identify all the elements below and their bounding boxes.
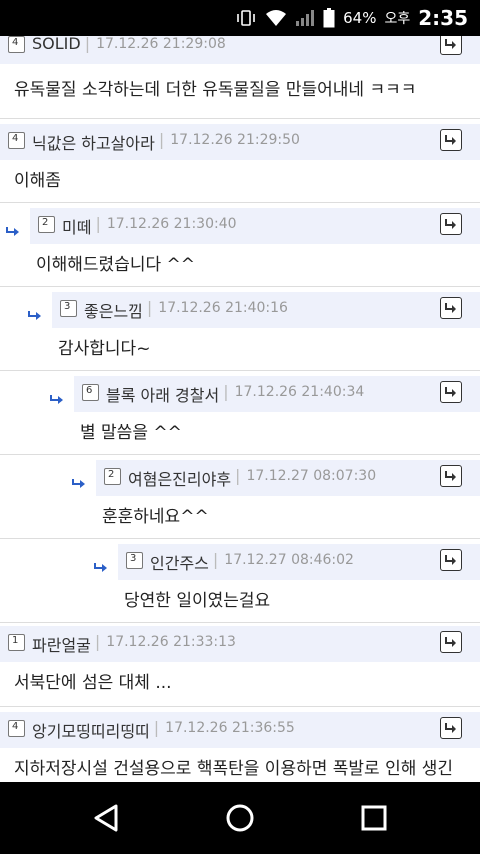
divider: [0, 118, 480, 119]
divider: [0, 538, 480, 539]
reply-indent-icon: [94, 563, 107, 572]
divider: [0, 370, 480, 371]
comment-body: 별 말씀을 ^^: [80, 423, 182, 443]
signal-icon: [296, 10, 315, 26]
time-ampm: 오후: [384, 11, 411, 27]
reply-indent-icon: [6, 227, 19, 236]
comment-author[interactable]: 미떼: [62, 214, 91, 238]
comment-time: 17.12.26 21:29:50: [170, 132, 300, 148]
comment-body: 지하저장시설 건설용으로 핵폭탄을 이용하면 폭발로 인해 생긴: [14, 759, 454, 779]
comment-time: 17.12.26 21:36:55: [165, 720, 295, 736]
reply-icon: [445, 39, 456, 49]
level-icon: 1: [8, 634, 25, 651]
reply-button[interactable]: [440, 36, 462, 55]
comment-header: 3 좋은느낌 | 17.12.26 21:40:16: [52, 292, 480, 328]
level-icon: 3: [60, 300, 77, 317]
reply-button[interactable]: [440, 129, 462, 151]
reply-button[interactable]: [440, 381, 462, 403]
level-icon: 4: [8, 132, 25, 149]
comment-author[interactable]: 닉값은 하고살아라: [32, 130, 155, 154]
level-icon: 6: [82, 384, 99, 401]
reply-indent-icon: [28, 311, 41, 320]
comment-header: 3 인간주스 | 17.12.27 08:46:02: [118, 544, 480, 580]
level-icon: 3: [126, 552, 143, 569]
comment-body: 감사합니다~: [58, 339, 151, 359]
reply-icon: [445, 219, 456, 229]
divider: [0, 286, 480, 287]
reply-button[interactable]: [440, 549, 462, 571]
reply-button[interactable]: [440, 297, 462, 319]
comment-header: 2 여혐은진리야후 | 17.12.27 08:07:30: [96, 460, 480, 496]
comment-time: 17.12.26 21:40:16: [158, 300, 288, 316]
level-icon: 2: [38, 216, 55, 233]
comment-body: 이해좀: [14, 171, 61, 191]
comment-header: 2 미떼 | 17.12.26 21:30:40: [30, 208, 480, 244]
reply-indent-icon: [50, 395, 63, 404]
home-icon[interactable]: [218, 796, 262, 840]
comment-body: 훈훈하네요^^: [102, 507, 209, 527]
comment-author[interactable]: 인간주스: [150, 550, 209, 574]
comment-header: 1 파란얼굴 | 17.12.26 21:33:13: [0, 626, 480, 662]
comment-header: 4 SOLID | 17.12.26 21:29:08: [0, 36, 480, 64]
comment-author[interactable]: 블록 아래 경찰서: [106, 382, 219, 406]
back-icon[interactable]: [84, 796, 128, 840]
status-bar: 64% 오후 2:35: [0, 0, 480, 36]
reply-icon: [445, 387, 456, 397]
reply-button[interactable]: [440, 213, 462, 235]
comment-header: 6 블록 아래 경찰서 | 17.12.26 21:40:34: [74, 376, 480, 412]
reply-icon: [445, 471, 456, 481]
reply-icon: [445, 303, 456, 313]
reply-icon: [445, 135, 456, 145]
level-icon: 4: [8, 36, 25, 53]
comment-author[interactable]: 좋은느낌: [84, 298, 143, 322]
comment-time: 17.12.26 21:33:13: [106, 634, 236, 650]
comment-author[interactable]: 파란얼굴: [32, 632, 91, 656]
reply-button[interactable]: [440, 717, 462, 739]
reply-icon: [445, 723, 456, 733]
level-icon: 4: [8, 720, 25, 737]
wifi-icon: [266, 10, 287, 26]
comment-time: 17.12.26 21:40:34: [234, 384, 365, 400]
vibrate-icon: [237, 10, 255, 26]
battery-icon: [323, 8, 335, 28]
comment-header: 4 앙기모띵띠리띵띠 | 17.12.26 21:36:55: [0, 712, 480, 748]
divider: [0, 622, 480, 623]
comment-body: 유독물질 소각하는데 더한 유독물질을 만들어내네 ㅋㅋㅋ: [14, 80, 417, 100]
navigation-bar: [0, 782, 480, 854]
comment-body: 서북단에 섬은 대체 ...: [14, 673, 172, 693]
divider: [0, 706, 480, 707]
recents-icon[interactable]: [352, 796, 396, 840]
divider: [0, 454, 480, 455]
reply-button[interactable]: [440, 631, 462, 653]
divider: [0, 202, 480, 203]
reply-icon: [445, 555, 456, 565]
level-icon: 2: [104, 468, 121, 485]
comment-time: 17.12.26 21:30:40: [106, 216, 237, 232]
comment-list: 4 SOLID | 17.12.26 21:29:08 유독물질 소각하는데 더한 …: [0, 36, 480, 782]
comment-body: 당연한 일이였는걸요: [124, 591, 271, 611]
clock: 2:35: [418, 6, 468, 30]
comment-time: 17.12.26 21:29:08: [96, 36, 226, 52]
comment-author[interactable]: 여혐은진리야후: [128, 466, 231, 490]
comment-author[interactable]: 앙기모띵띠리띵띠: [32, 718, 150, 742]
comment-time: 17.12.27 08:07:30: [246, 468, 377, 484]
reply-button[interactable]: [440, 465, 462, 487]
comment-author[interactable]: SOLID: [32, 36, 81, 53]
battery-percent: 64%: [343, 9, 377, 27]
reply-indent-icon: [72, 479, 85, 488]
comment-time: 17.12.27 08:46:02: [224, 552, 354, 568]
comment-header: 4 닉값은 하고살아라 | 17.12.26 21:29:50: [0, 124, 480, 160]
reply-icon: [445, 637, 456, 647]
comment-body: 이해해드렸습니다 ^^: [36, 255, 196, 275]
